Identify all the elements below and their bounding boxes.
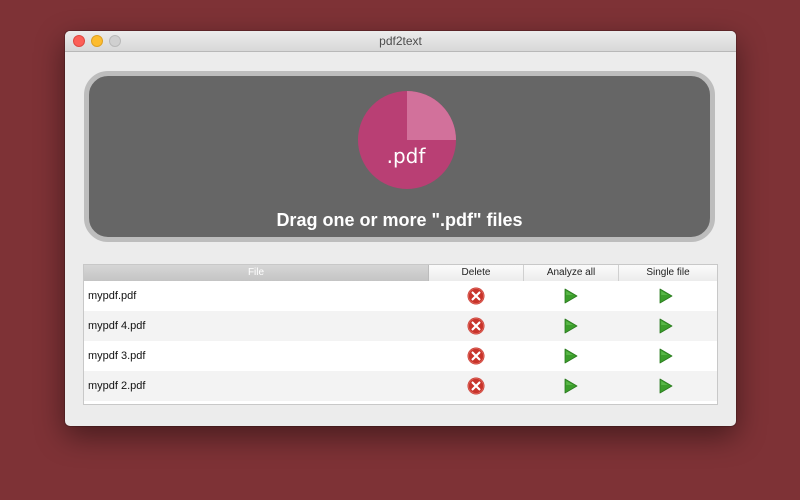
delete-x-icon[interactable] [467,317,485,335]
files-table: File Delete Analyze all Single file mypd… [83,264,718,405]
file-name-cell: mypdf 2.pdf [88,380,146,392]
file-name-cell: mypdf.pdf [88,290,137,302]
table-row[interactable]: mypdf 3.pdf [84,341,717,371]
window-title: pdf2text [379,34,422,48]
analyze-all-play-icon[interactable] [562,377,580,395]
delete-x-icon[interactable] [467,347,485,365]
pdf-file-icon: .pdf [358,91,456,189]
table-row[interactable]: mypdf.pdf [84,281,717,311]
column-header-delete[interactable]: Delete [429,265,524,281]
delete-x-icon[interactable] [467,287,485,305]
column-header-single-file[interactable]: Single file [619,265,717,281]
single-file-play-icon[interactable] [657,317,675,335]
analyze-all-play-icon[interactable] [562,347,580,365]
analyze-all-play-icon[interactable] [562,317,580,335]
file-name-cell: mypdf 3.pdf [88,350,146,362]
table-row[interactable]: mypdf 2.pdf [84,371,717,401]
title-bar[interactable]: pdf2text [65,31,736,52]
column-header-file[interactable]: File [84,265,429,281]
app-window: pdf2text .pdf Drag one or more ".pdf" fi… [65,31,736,426]
table-row[interactable]: mypdf 4.pdf [84,311,717,341]
analyze-all-play-icon[interactable] [562,287,580,305]
single-file-play-icon[interactable] [657,347,675,365]
single-file-play-icon[interactable] [657,287,675,305]
delete-x-icon[interactable] [467,377,485,395]
single-file-play-icon[interactable] [657,377,675,395]
table-header: File Delete Analyze all Single file [84,265,717,282]
drop-zone-label: Drag one or more ".pdf" files [276,210,523,230]
column-header-analyze-all[interactable]: Analyze all [524,265,619,281]
pdf-icon-text: .pdf [387,144,427,168]
file-name-cell: mypdf 4.pdf [88,320,146,332]
pdf-drop-zone[interactable]: .pdf Drag one or more ".pdf" files [84,71,715,242]
